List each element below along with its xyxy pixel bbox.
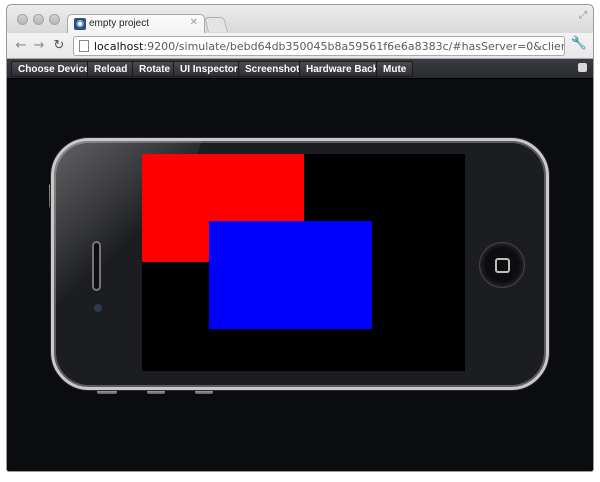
back-arrow-icon[interactable]: ← (13, 37, 29, 55)
home-square-icon (495, 258, 510, 273)
simulator-stage (7, 80, 593, 471)
reload-button[interactable]: Reload (87, 61, 135, 77)
sleep-button (97, 391, 117, 394)
new-tab-button[interactable] (204, 17, 228, 32)
volume-down-button (195, 391, 213, 394)
home-button[interactable] (479, 242, 525, 288)
address-bar[interactable]: localhost:9200/simulate/bebd64db350045b8… (73, 36, 565, 56)
mute-button[interactable]: Mute (376, 61, 414, 77)
device-screen[interactable] (142, 154, 465, 371)
volume-up-button (147, 391, 165, 394)
hardware-back-button[interactable]: Hardware Back (299, 61, 386, 77)
forward-arrow-icon[interactable]: → (31, 37, 47, 55)
fullscreen-icon[interactable]: ⤢ (579, 10, 587, 21)
front-camera-icon (94, 304, 102, 312)
close-window-icon[interactable] (17, 14, 28, 25)
ui-inspector-button[interactable]: UI Inspector (173, 61, 245, 77)
tab-title: empty project (89, 18, 150, 29)
menu-icon[interactable] (578, 63, 587, 72)
minimize-window-icon[interactable] (33, 14, 44, 25)
browser-window: ◉ empty project ✕ ⤢ ← → ↻ localhost:9200… (6, 4, 594, 472)
page-icon (79, 40, 89, 52)
screenshot-button[interactable]: Screenshot (238, 61, 307, 77)
wrench-icon[interactable]: 🔧 (571, 36, 587, 51)
appcelerator-icon: ◉ (74, 18, 86, 30)
blue-view (209, 221, 372, 329)
earpiece-speaker (92, 241, 101, 291)
choose-device-button[interactable]: Choose Device (11, 61, 97, 77)
zoom-window-icon[interactable] (49, 14, 60, 25)
iphone-device-frame (51, 138, 549, 390)
rotate-button[interactable]: Rotate (132, 61, 178, 77)
browser-toolbar: ← → ↻ localhost:9200/simulate/bebd64db35… (7, 33, 593, 59)
reload-icon[interactable]: ↻ (51, 37, 67, 55)
close-tab-icon[interactable]: ✕ (190, 17, 198, 28)
tab-empty-project[interactable]: ◉ empty project ✕ (67, 14, 205, 34)
url-text: localhost:9200/simulate/bebd64db350045b8… (94, 40, 565, 53)
title-bar: ◉ empty project ✕ ⤢ (7, 5, 593, 34)
simulator-toolbar: Choose Device Reload Rotate UI Inspector… (7, 59, 593, 79)
